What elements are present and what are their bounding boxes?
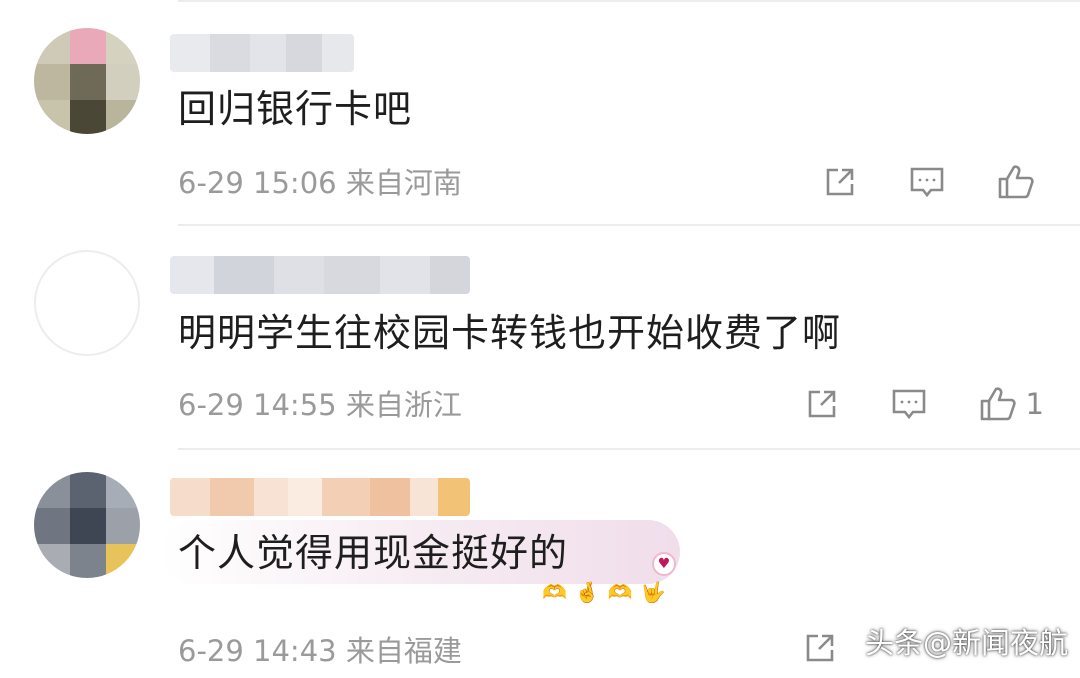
thumbs-up-icon — [980, 387, 1016, 421]
share-button[interactable] — [822, 164, 858, 200]
username-blurred[interactable] — [170, 256, 470, 294]
avatar[interactable] — [34, 28, 140, 134]
share-button[interactable] — [804, 386, 840, 422]
heart-icon: ♥ — [652, 552, 676, 576]
comment-icon — [892, 389, 925, 420]
reply-button[interactable] — [890, 386, 928, 422]
comment-actions — [772, 162, 1044, 202]
comment-meta: 6-29 14:43 来自福建 — [178, 634, 462, 668]
like-count: 1 — [1025, 387, 1044, 421]
username-blurred[interactable] — [170, 478, 470, 516]
comment-actions: 1 — [754, 384, 1044, 424]
love-you-gesture-icon: 🤟 — [640, 580, 666, 604]
avatar[interactable] — [34, 472, 140, 578]
like-button[interactable]: 1 — [978, 385, 1044, 423]
watermark: 头条@新闻夜航 — [864, 626, 1068, 660]
comment-item: 明明学生往校园卡转钱也开始收费了啊 6-29 14:55 来自浙江 1 — [0, 224, 1080, 448]
share-icon — [806, 634, 834, 662]
heart-hands-icon: 🫶 — [542, 580, 567, 604]
divider — [178, 224, 1080, 226]
divider — [178, 448, 1080, 450]
like-button[interactable] — [996, 163, 1044, 201]
reply-button[interactable] — [908, 164, 946, 200]
comment-meta: 6-29 14:55 来自浙江 — [178, 388, 462, 422]
bubble-emoji-strip: 🫶 🤞 🫶 🤟 — [542, 580, 666, 604]
comment-text: 明明学生往校园卡转钱也开始收费了啊 — [178, 311, 842, 355]
share-button[interactable] — [802, 630, 838, 666]
divider — [178, 0, 1080, 2]
comment-text: 个人觉得用现金挺好的 — [178, 531, 569, 575]
comment-text: 回归银行卡吧 — [178, 87, 413, 131]
share-icon — [826, 168, 854, 196]
avatar[interactable] — [34, 250, 140, 356]
username-blurred[interactable] — [170, 34, 354, 72]
crossed-fingers-icon: 🤞 — [574, 580, 600, 604]
heart-hands-icon: 🫶 — [607, 580, 633, 604]
thumbs-up-icon — [998, 165, 1034, 199]
comment-icon — [910, 167, 944, 198]
comment-meta: 6-29 15:06 来自河南 — [178, 166, 462, 200]
comment-item: 回归银行卡吧 6-29 15:06 来自河南 — [0, 0, 1080, 224]
comment-feed: 回归银行卡吧 6-29 15:06 来自河南 明明学生往校园卡转钱也开始收费了啊… — [0, 0, 1080, 678]
share-icon — [808, 390, 835, 418]
